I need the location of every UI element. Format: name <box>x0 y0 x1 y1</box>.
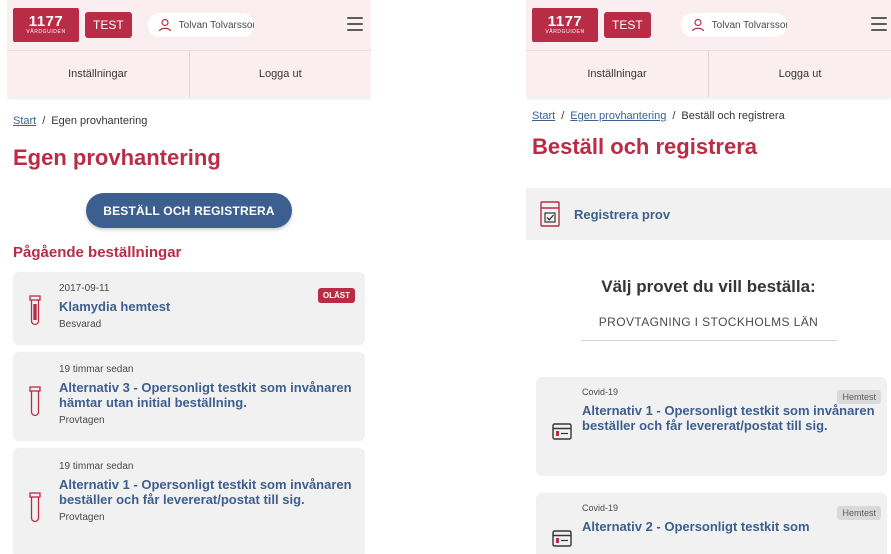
test-tube-icon <box>29 295 41 326</box>
register-sample-label[interactable]: Registrera prov <box>574 207 670 222</box>
user-pill[interactable]: Tolvan Tolvarsson <box>680 13 787 37</box>
breadcrumb-separator: / <box>42 115 46 127</box>
breadcrumb-middle-link[interactable]: Egen provhantering <box>570 110 666 122</box>
test-tube-icon <box>29 386 41 417</box>
register-sample-row[interactable]: Registrera prov <box>526 188 891 240</box>
logo-subtitle: VÅRDGUIDEN <box>545 29 585 35</box>
logo-1177[interactable]: 1177 VÅRDGUIDEN <box>13 8 79 42</box>
home-test-badge: Hemtest <box>837 390 881 404</box>
logout-link[interactable]: Logga ut <box>708 51 891 97</box>
page-title: Egen provhantering <box>13 145 221 170</box>
hamburger-icon[interactable] <box>871 17 887 31</box>
test-title[interactable]: Alternativ 1 - Opersonligt testkit som i… <box>582 403 879 433</box>
order-title[interactable]: Klamydia hemtest <box>59 299 353 314</box>
logo-1177[interactable]: 1177 VÅRDGUIDEN <box>532 8 598 42</box>
test-option-card[interactable]: Covid-19 Alternativ 2 - Opersonligt test… <box>536 493 887 554</box>
test-option-card[interactable]: Covid-19 Alternativ 1 - Opersonligt test… <box>536 377 887 476</box>
order-title[interactable]: Alternativ 1 - Opersonligt testkit som i… <box>59 477 353 507</box>
test-badge: TEST <box>604 12 651 38</box>
test-tube-icon <box>29 492 41 523</box>
page-title: Beställ och registrera <box>532 134 757 159</box>
order-date: 19 timmar sedan <box>59 364 134 375</box>
test-category: Covid-19 <box>582 503 619 513</box>
order-card[interactable]: 19 timmar sedan Alternativ 1 - Opersonli… <box>13 448 365 554</box>
top-bar: 1177 VÅRDGUIDEN TEST Tolvan Tolvarsson <box>7 0 371 50</box>
settings-link[interactable]: Inställningar <box>526 51 708 97</box>
region-selector[interactable]: PROVTAGNING I STOCKHOLMS LÄN <box>580 315 837 341</box>
order-card[interactable]: 19 timmar sedan Alternativ 3 - Opersonli… <box>13 352 365 441</box>
home-test-badge: Hemtest <box>837 506 881 520</box>
user-name: Tolvan Tolvarsson <box>178 19 254 31</box>
logout-link[interactable]: Logga ut <box>188 51 372 97</box>
user-icon <box>158 18 171 32</box>
breadcrumb-separator: / <box>561 110 565 122</box>
top-bar: 1177 VÅRDGUIDEN TEST Tolvan Tolvarsson <box>526 0 891 50</box>
order-status: Besvarad <box>59 319 102 330</box>
unread-badge: OLÄST <box>317 288 355 303</box>
order-title[interactable]: Alternativ 3 - Opersonligt testkit som i… <box>59 380 353 410</box>
breadcrumb-start-link[interactable]: Start <box>13 115 36 127</box>
left-screen: 1177 VÅRDGUIDEN TEST Tolvan Tolvarsson I… <box>7 0 371 554</box>
choose-test-heading: Välj provet du vill beställa: <box>601 277 816 296</box>
breadcrumb-separator: / <box>672 110 676 122</box>
user-icon <box>691 18 704 32</box>
order-card[interactable]: 2017-09-11 Klamydia hemtest Besvarad OLÄ… <box>13 272 365 345</box>
test-kit-icon <box>552 530 572 547</box>
breadcrumb-current: Egen provhantering <box>51 115 148 127</box>
hamburger-icon[interactable] <box>347 17 363 31</box>
test-title[interactable]: Alternativ 2 - Opersonligt testkit som <box>582 519 879 534</box>
nav-bar: Inställningar Logga ut <box>7 50 371 97</box>
logo-number: 1177 <box>28 13 64 30</box>
breadcrumb: Start / Egen provhantering / Beställ och… <box>526 110 891 122</box>
ongoing-orders-heading: Pågående beställningar <box>13 244 182 261</box>
user-pill[interactable]: Tolvan Tolvarsson <box>147 13 254 37</box>
order-status: Provtagen <box>59 415 105 426</box>
order-and-register-button[interactable]: BESTÄLL OCH REGISTRERA <box>86 193 292 228</box>
breadcrumb: Start / Egen provhantering <box>7 115 371 127</box>
nav-bar: Inställningar Logga ut <box>526 50 891 97</box>
right-screen: 1177 VÅRDGUIDEN TEST Tolvan Tolvarsson I… <box>526 0 891 554</box>
logo-subtitle: VÅRDGUIDEN <box>26 29 66 35</box>
settings-link[interactable]: Inställningar <box>7 51 189 97</box>
breadcrumb-current: Beställ och registrera <box>681 110 785 122</box>
test-category: Covid-19 <box>582 387 619 397</box>
order-status: Provtagen <box>59 512 105 523</box>
logo-number: 1177 <box>547 13 583 30</box>
order-date: 2017-09-11 <box>59 283 110 294</box>
checklist-document-icon <box>540 201 560 227</box>
user-name: Tolvan Tolvarsson <box>711 19 787 31</box>
breadcrumb-start-link[interactable]: Start <box>532 110 555 122</box>
test-kit-icon <box>552 423 572 440</box>
order-date: 19 timmar sedan <box>59 461 134 472</box>
test-badge: TEST <box>85 12 132 38</box>
